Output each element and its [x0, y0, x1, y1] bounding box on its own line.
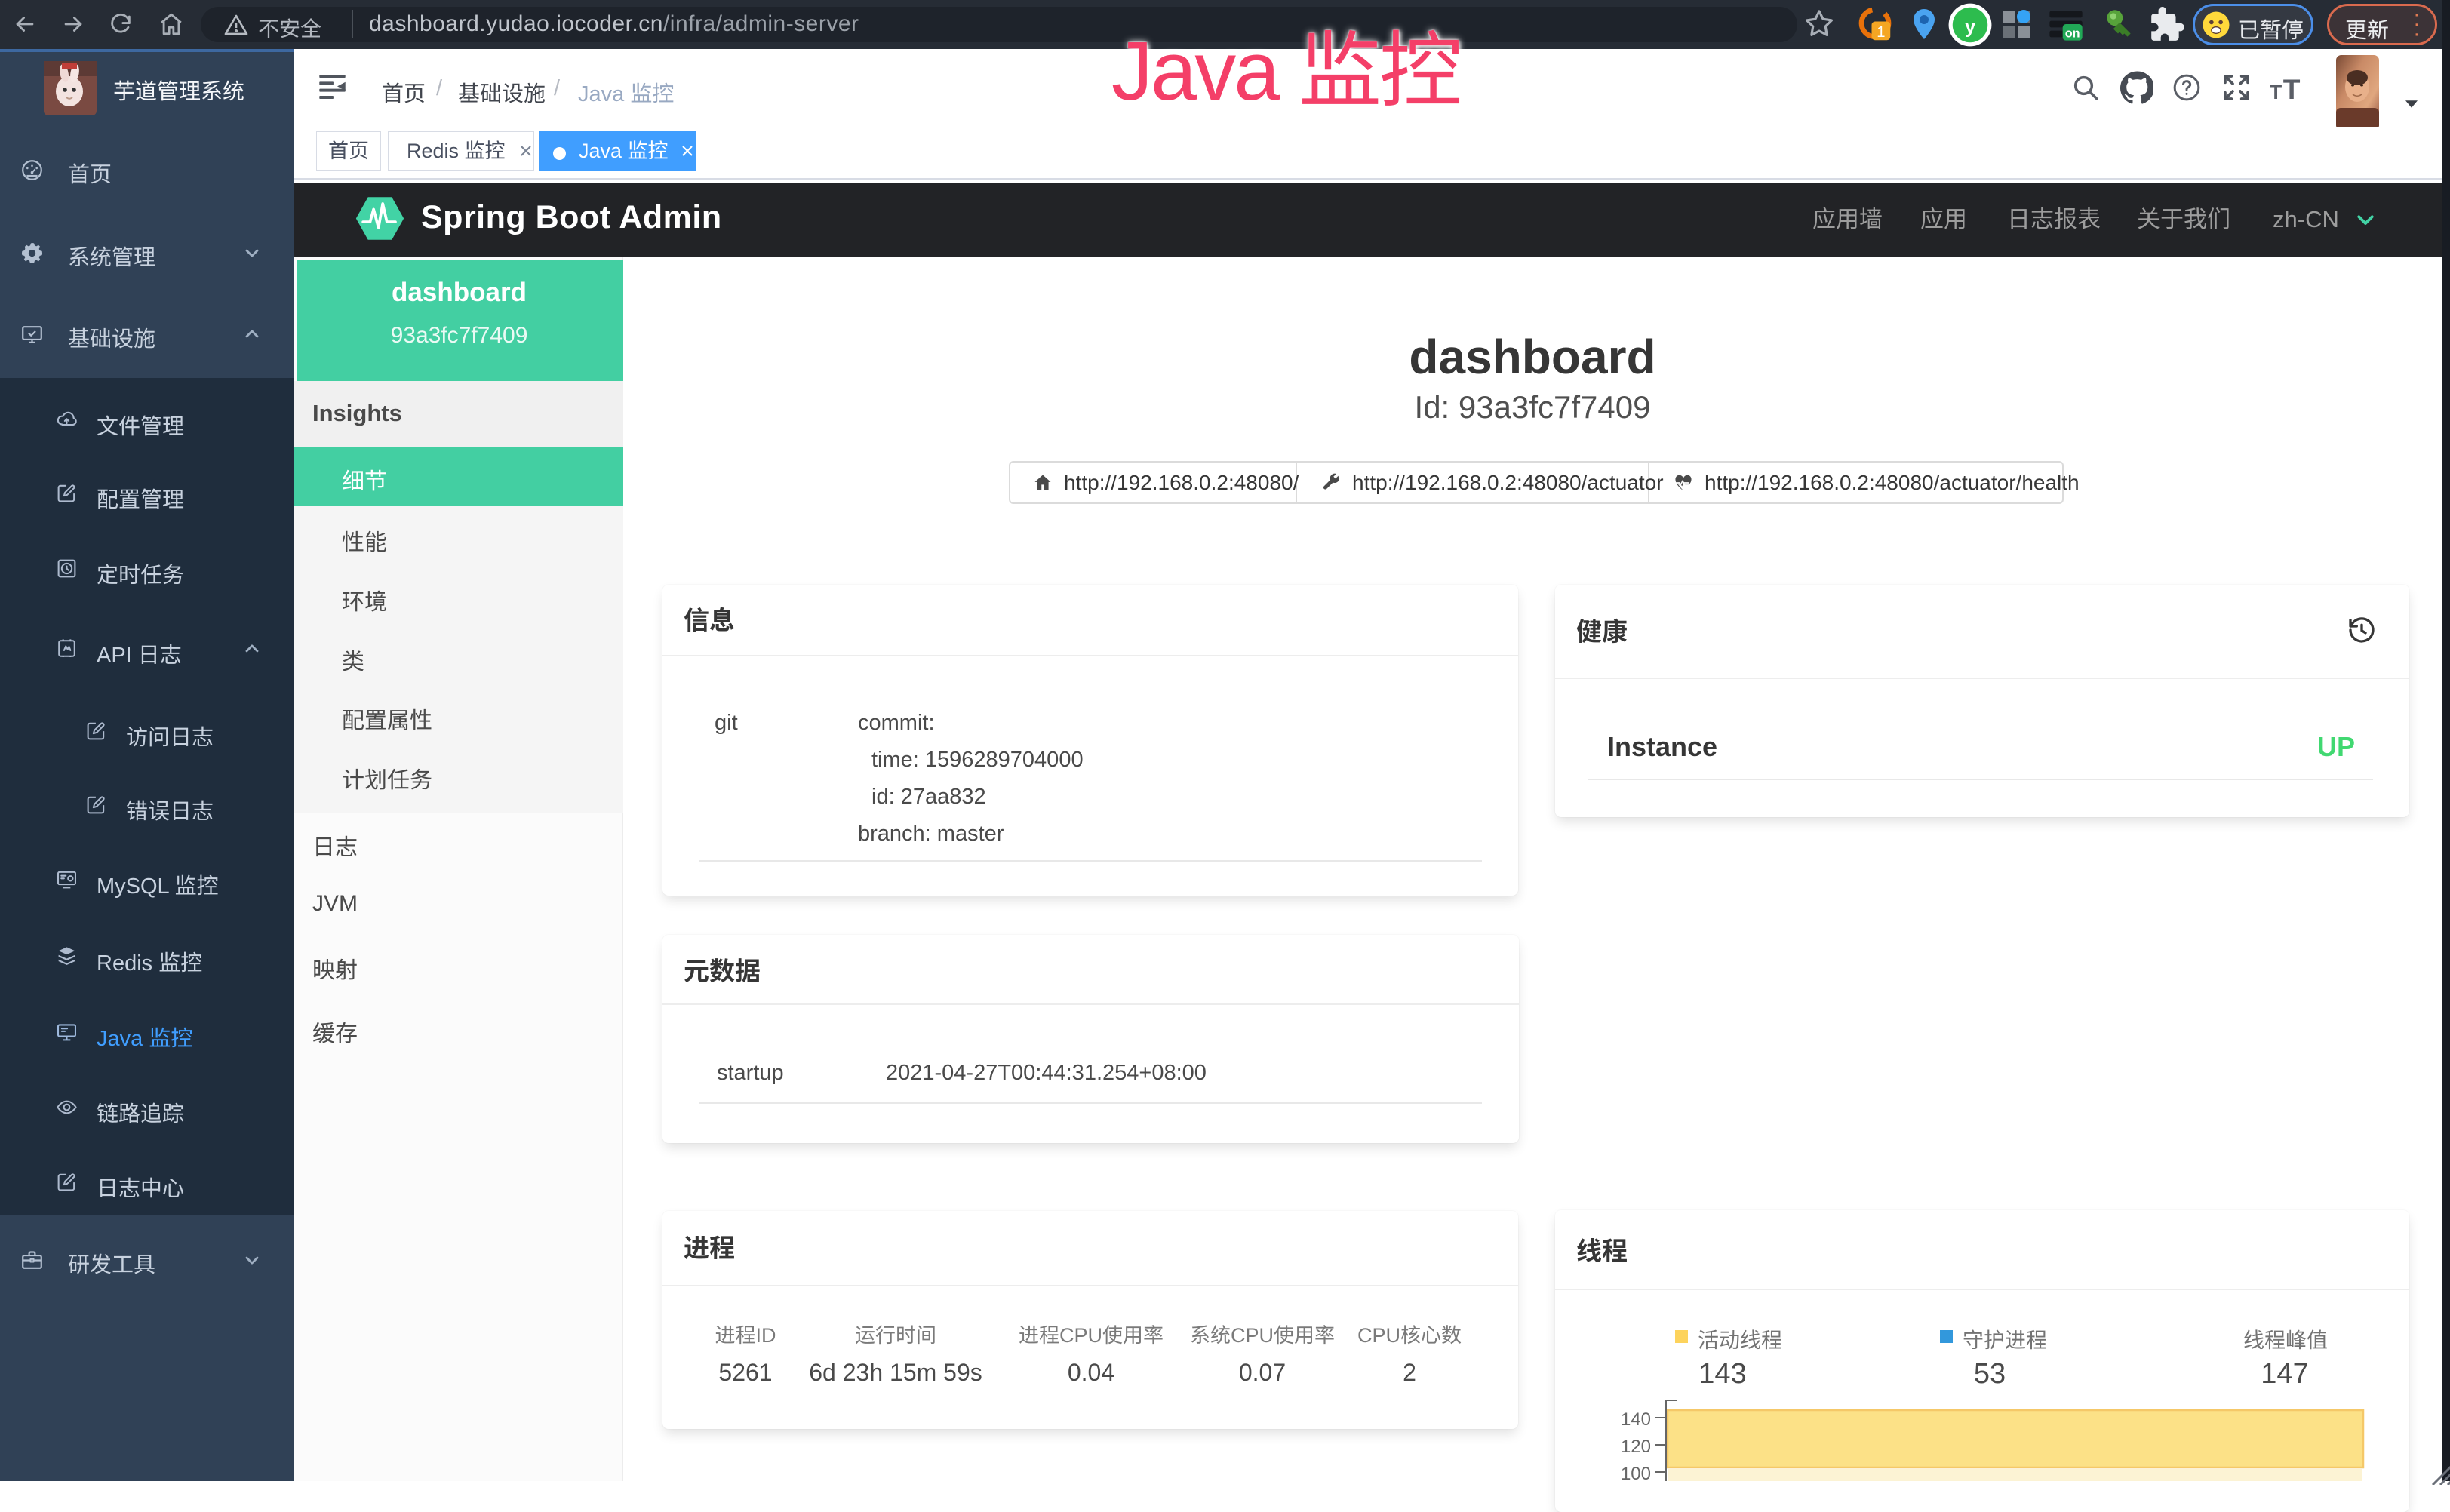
svg-text:120: 120: [1621, 1437, 1651, 1457]
svg-text:T: T: [2283, 74, 2301, 103]
svg-text:on: on: [2065, 26, 2080, 40]
svg-text:140: 140: [1621, 1409, 1651, 1430]
svg-text:100: 100: [1621, 1464, 1651, 1481]
svg-text:1: 1: [1877, 24, 1885, 41]
svg-text:y: y: [1965, 16, 1976, 37]
svg-text:T: T: [2270, 81, 2282, 103]
